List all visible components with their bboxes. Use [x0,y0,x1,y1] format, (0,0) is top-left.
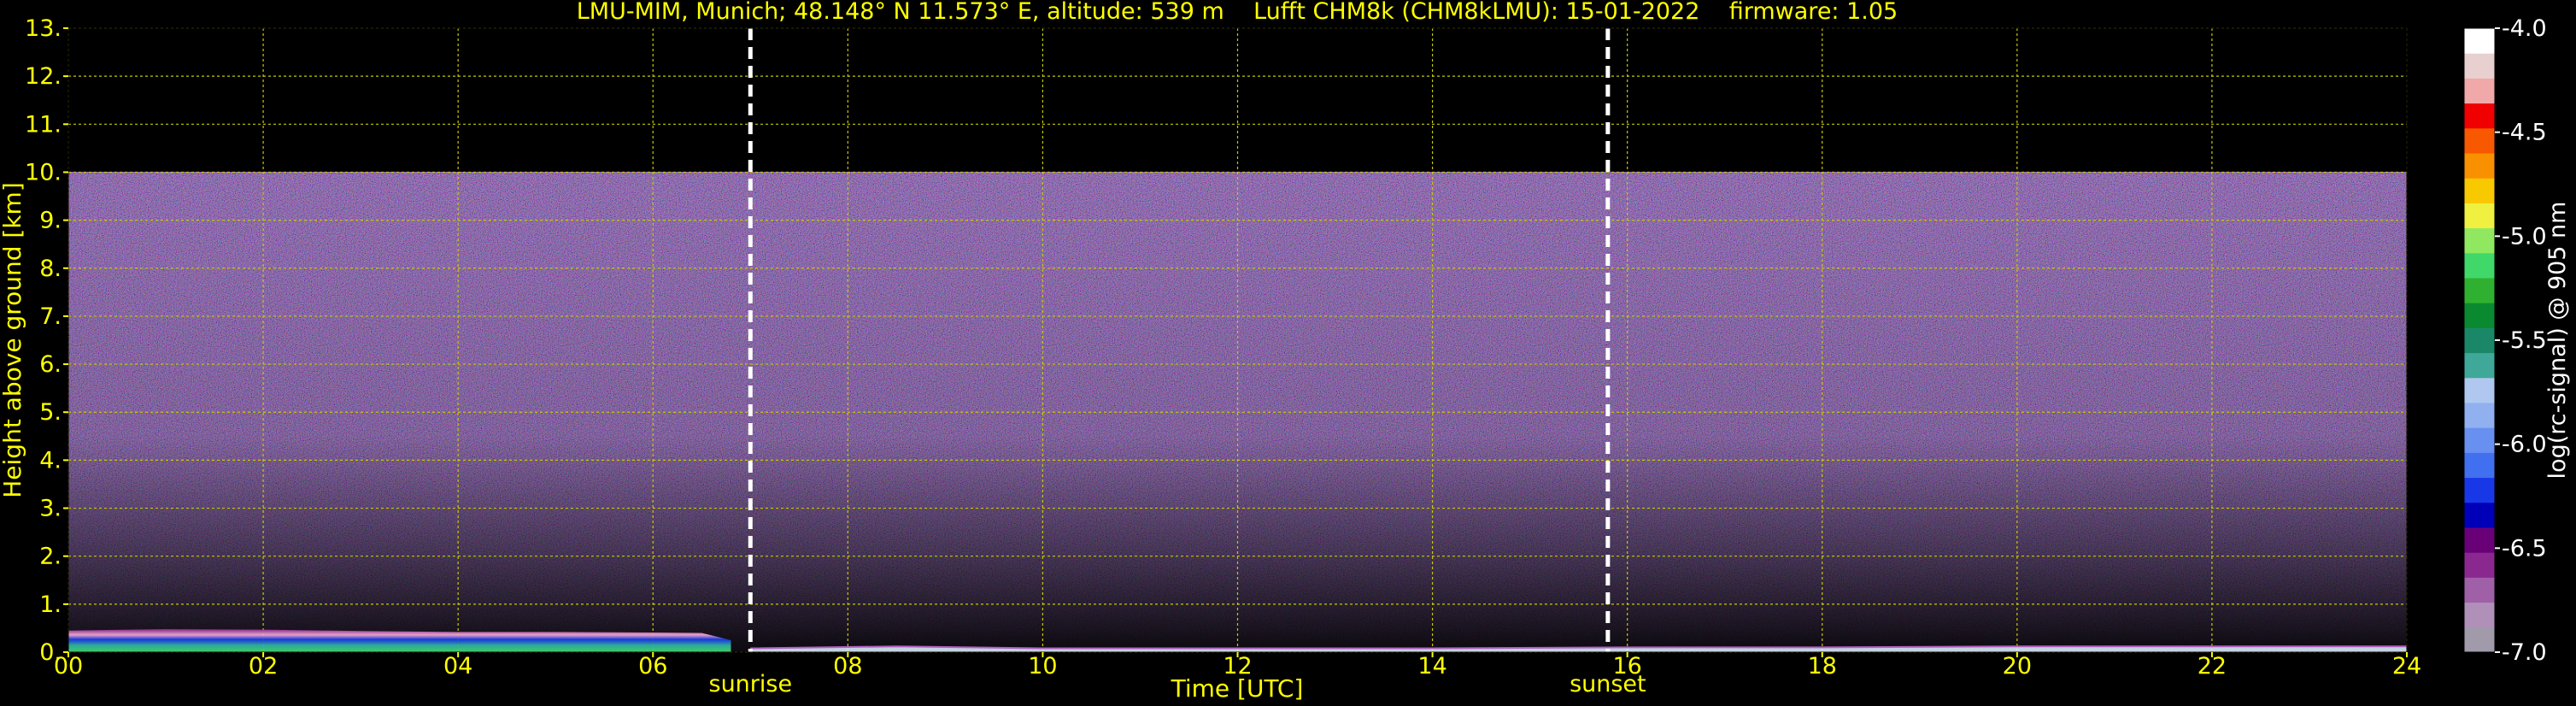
y-tick-label: 13. [25,15,62,42]
colorbar-segment [2464,452,2495,479]
colorbar-segment [2464,377,2495,403]
y-tick-label: 11. [25,111,62,138]
colorbar-segment [2464,552,2495,578]
x-tick-label: 16 [1612,653,1641,680]
y-tick-label: 6. [39,351,62,378]
colorbar-segment [2464,477,2495,503]
x-tick-label: 02 [249,653,278,680]
colorbar-segment [2464,602,2495,628]
colorbar-segment [2464,427,2495,453]
colorbar-tick-label: -6.5 [2502,535,2547,562]
x-tick-label: 18 [1808,653,1837,680]
x-tick-label: 24 [2392,653,2421,680]
colorbar-segment [2464,127,2495,154]
chart-title: LMU-MIM, Munich; 48.148° N 11.573° E, al… [577,0,1898,25]
y-axis: 0. 1. 2. 3. 4. 5. 6. 7. 8. 9. 10. 11. 12. 13. [25,15,68,666]
colorbar-segment [2464,527,2495,553]
colorbar-label: log(rc-signal) @ 905 nm [2544,202,2571,479]
x-tick-label: 04 [443,653,472,680]
y-tick-label: 10. [25,159,62,185]
colorbar-tick-label: -6.0 [2502,432,2547,458]
y-tick-label: 8. [39,256,62,282]
colorbar-tick-label: -5.0 [2502,223,2547,250]
colorbar-segment [2464,252,2495,279]
colorbar-segment [2464,627,2495,653]
colorbar-segment [2464,103,2495,129]
x-tick-label: 10 [1028,653,1057,680]
x-tick-label: 06 [638,653,667,680]
y-tick-label: 5. [39,399,62,426]
colorbar-segment [2464,577,2495,603]
colorbar-tick-label: -4.0 [2502,15,2547,42]
y-tick-label: 1. [39,591,62,618]
night-aerosol-layer [68,629,731,652]
colorbar-segment [2464,303,2495,328]
colorbar-segment [2464,78,2495,104]
y-tick-label: 7. [39,303,62,330]
colorbar-segment [2464,403,2495,428]
y-tick-label: 12. [25,63,62,90]
x-tick-label: 08 [833,653,862,680]
colorbar-segment [2464,278,2495,303]
colorbar-segment [2464,153,2495,179]
colorbar-segment [2464,327,2495,354]
y-axis-label: Height above ground [km] [0,182,26,498]
colorbar-tick-label: -4.5 [2502,120,2547,146]
ceilometer-chart: sunrise sunset 00 02 04 06 08 10 12 14 16 18 20 22 24… [0,0,2571,703]
colorbar-segment [2464,227,2495,254]
x-tick-label: 22 [2198,653,2227,680]
colorbar-segment [2464,203,2495,229]
y-tick-label: 0. [39,639,62,666]
colorbar-segment [2464,352,2495,379]
colorbar: -4.0 -4.5 -5.0 -5.5 -6.0 -6.5 -7.0 [2463,15,2547,666]
y-tick-label: 3. [39,496,62,522]
colorbar-segment [2464,28,2495,54]
plot-area: sunrise sunset [67,27,2408,697]
x-axis-label: Time [UTC] [1171,674,1304,703]
colorbar-segment [2464,178,2495,203]
x-tick-label: 14 [1417,653,1446,680]
colorbar-segment [2464,502,2495,528]
sunrise-label: sunrise [709,671,793,697]
colorbar-tick-label: -7.0 [2502,639,2547,666]
y-tick-label: 2. [39,544,62,570]
y-tick-label: 9. [39,208,62,234]
colorbar-segment [2464,53,2495,79]
colorbar-tick-label: -5.5 [2502,327,2547,354]
y-tick-label: 4. [39,447,62,474]
x-tick-label: 20 [2003,653,2032,680]
